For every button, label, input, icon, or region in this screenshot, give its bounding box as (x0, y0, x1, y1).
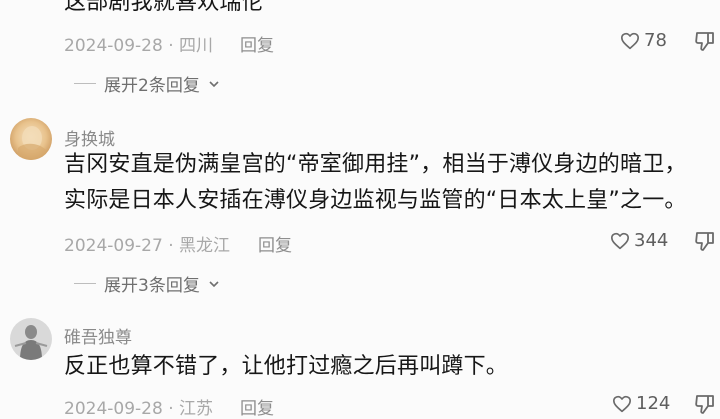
comment-text: 反正也算不错了，让他打过瘾之后再叫蹲下。 (64, 354, 509, 379)
thumb-down-outline-icon[interactable] (694, 31, 716, 51)
comment-date: 2024-09-27 (64, 236, 163, 256)
comment-date: 2024-09-28 (64, 36, 163, 56)
comment-text: 这部剧我就喜欢瑞伦 (64, 0, 264, 15)
thumb-down-outline-icon[interactable] (694, 231, 716, 251)
chevron-down-icon (208, 278, 220, 290)
expand-label: 展开3条回复 (104, 276, 200, 296)
heart-outline-icon (612, 395, 632, 413)
like-button[interactable]: 344 (610, 230, 668, 251)
comment-location: 江苏 (179, 399, 214, 419)
thumb-down-outline-icon[interactable] (694, 394, 716, 414)
comment-text: 吉冈安直是伪满皇宫的“帝室御用挂”，相当于溥仪身边的暗卫， (64, 152, 687, 177)
comment-meta: 2024-09-28 · 江苏 (64, 399, 214, 419)
like-button[interactable]: 124 (612, 393, 670, 414)
reply-button[interactable]: 回复 (240, 394, 274, 419)
comment-text: 实际是日本人安插在溥仪身边监视与监管的“日本太上皇”之一。 (64, 188, 687, 213)
like-count: 344 (634, 230, 669, 251)
reply-button[interactable]: 回复 (240, 31, 274, 56)
comment-location: 黑龙江 (179, 236, 231, 256)
like-count: 124 (636, 393, 671, 414)
avatar[interactable] (10, 318, 52, 360)
comment-location: 四川 (179, 36, 214, 56)
heart-outline-icon (620, 32, 640, 50)
comment-date: 2024-09-28 (64, 399, 163, 419)
comment-meta: 2024-09-27 · 黑龙江 (64, 236, 231, 256)
like-count: 78 (644, 30, 667, 51)
like-button[interactable]: 78 (620, 30, 667, 51)
expand-divider (74, 83, 96, 84)
expand-replies-button[interactable]: 展开3条回复 (74, 271, 220, 296)
comment-meta: 2024-09-28 · 四川 (64, 36, 214, 56)
expand-divider (74, 283, 96, 284)
heart-outline-icon (610, 232, 630, 250)
expand-replies-button[interactable]: 展开2条回复 (74, 71, 220, 96)
avatar[interactable] (10, 118, 52, 160)
expand-label: 展开2条回复 (104, 76, 200, 96)
username[interactable]: 身换城 (64, 125, 115, 150)
reply-button[interactable]: 回复 (258, 231, 292, 256)
chevron-down-icon (208, 78, 220, 90)
username[interactable]: 碓吾独尊 (64, 323, 132, 348)
